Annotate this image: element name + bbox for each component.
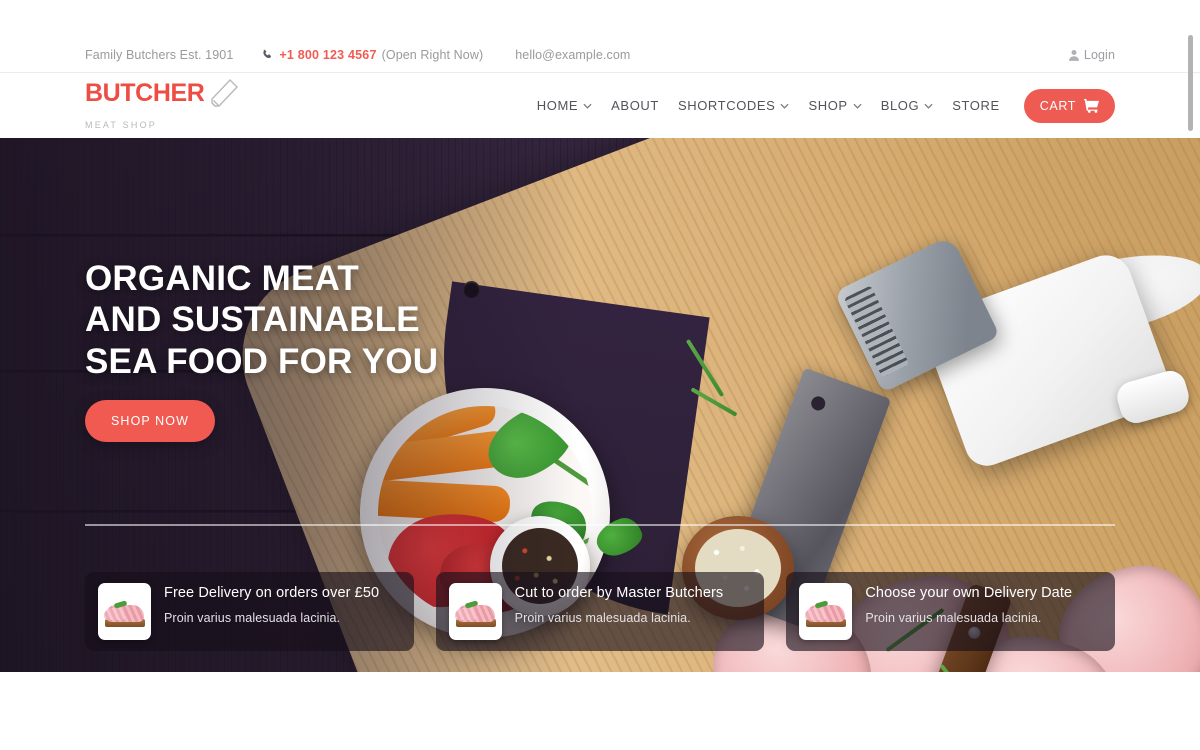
cart-label: CART <box>1039 98 1076 113</box>
user-icon <box>1068 49 1079 61</box>
feature-card[interactable]: Cut to order by Master Butchers Proin va… <box>435 572 765 651</box>
phone-link[interactable]: +1 800 123 4567 (Open Right Now) <box>261 48 483 62</box>
feature-card-title: Choose your own Delivery Date <box>865 585 1073 601</box>
scrollbar-thumb[interactable] <box>1188 35 1193 131</box>
login-link[interactable]: Login <box>1068 48 1115 62</box>
hero-section: ORGANIC MEAT AND SUSTAINABLE SEA FOOD FO… <box>0 138 1200 672</box>
hero-headline-line-2: AND SUSTAINABLE <box>85 300 420 340</box>
established-text: Family Butchers Est. 1901 <box>85 48 234 62</box>
chevron-down-icon <box>853 103 862 109</box>
thumb-meat <box>104 608 126 620</box>
thumb-meat <box>454 608 477 620</box>
nav-item-home[interactable]: HOME <box>537 98 592 113</box>
nav-menu: HOME ABOUT SHORTCODES SHOP BLOG STORE <box>537 98 1000 113</box>
sliced-meat-thumbnail <box>448 583 502 640</box>
hero-headline-line-1: ORGANIC MEAT <box>85 259 359 298</box>
cleaver-icon <box>206 77 240 116</box>
logo-wordmark: BUTCHER <box>85 79 205 107</box>
hero-headline-line-3: SEA FOOD FOR YOU <box>85 341 439 381</box>
chevron-down-icon <box>780 103 789 109</box>
sliced-meat-thumbnail <box>98 583 151 640</box>
chevron-down-icon <box>583 103 592 109</box>
shop-now-button[interactable]: SHOP NOW <box>85 400 216 442</box>
logo-tagline: MEAT SHOP <box>85 120 157 130</box>
top-info-bar: Family Butchers Est. 1901 +1 800 123 456… <box>0 0 1200 73</box>
main-navigation-bar: BUTCHER MEAT SHOP HOME ABOUT SHORTCODES … <box>0 73 1200 138</box>
feature-card-desc: Proin varius malesuada lacinia. <box>865 610 1042 625</box>
chevron-down-icon <box>924 103 933 109</box>
nav-item-store[interactable]: STORE <box>952 98 1000 113</box>
nav-label: SHORTCODES <box>677 98 776 113</box>
nav-item-about[interactable]: ABOUT <box>611 98 659 113</box>
feature-card[interactable]: Choose your own Delivery Date Proin vari… <box>786 572 1116 651</box>
page-scrollbar[interactable] <box>1188 0 1197 750</box>
hero-content: ORGANIC MEAT AND SUSTAINABLE SEA FOOD FO… <box>0 138 1200 672</box>
nav-label: STORE <box>952 98 1000 113</box>
feature-card-desc: Proin varius malesuada lacinia. <box>514 610 691 625</box>
cart-button[interactable]: CART <box>1023 88 1115 123</box>
hero-divider <box>85 524 1115 526</box>
site-logo[interactable]: BUTCHER MEAT SHOP <box>85 78 239 130</box>
phone-number[interactable]: +1 800 123 4567 <box>279 48 376 62</box>
phone-icon <box>261 49 273 61</box>
shopping-cart-icon <box>1084 98 1099 113</box>
nav-label: BLOG <box>880 98 920 113</box>
feature-card[interactable]: Free Delivery on orders over £50 Proin v… <box>85 572 414 651</box>
open-status: (Open Right Now) <box>381 48 484 62</box>
nav-item-blog[interactable]: BLOG <box>881 98 934 113</box>
hero-headline: ORGANIC MEAT AND SUSTAINABLE SEA FOOD FO… <box>85 258 438 382</box>
sliced-meat-thumbnail <box>799 583 853 640</box>
nav-item-shop[interactable]: SHOP <box>808 98 862 113</box>
thumb-meat <box>805 608 828 620</box>
feature-cards: Free Delivery on orders over £50 Proin v… <box>85 572 1116 651</box>
below-hero-section <box>0 672 1200 750</box>
email-link[interactable]: hello@example.com <box>515 48 630 62</box>
login-label: Login <box>1083 48 1115 62</box>
feature-card-desc: Proin varius malesuada lacinia. <box>164 610 341 625</box>
feature-card-title: Cut to order by Master Butchers <box>514 585 724 601</box>
feature-card-title: Free Delivery on orders over £50 <box>164 585 380 601</box>
nav-label: SHOP <box>808 98 848 113</box>
nav-label: HOME <box>536 98 579 113</box>
nav-label: ABOUT <box>611 98 659 113</box>
nav-item-shortcodes[interactable]: SHORTCODES <box>678 98 790 113</box>
